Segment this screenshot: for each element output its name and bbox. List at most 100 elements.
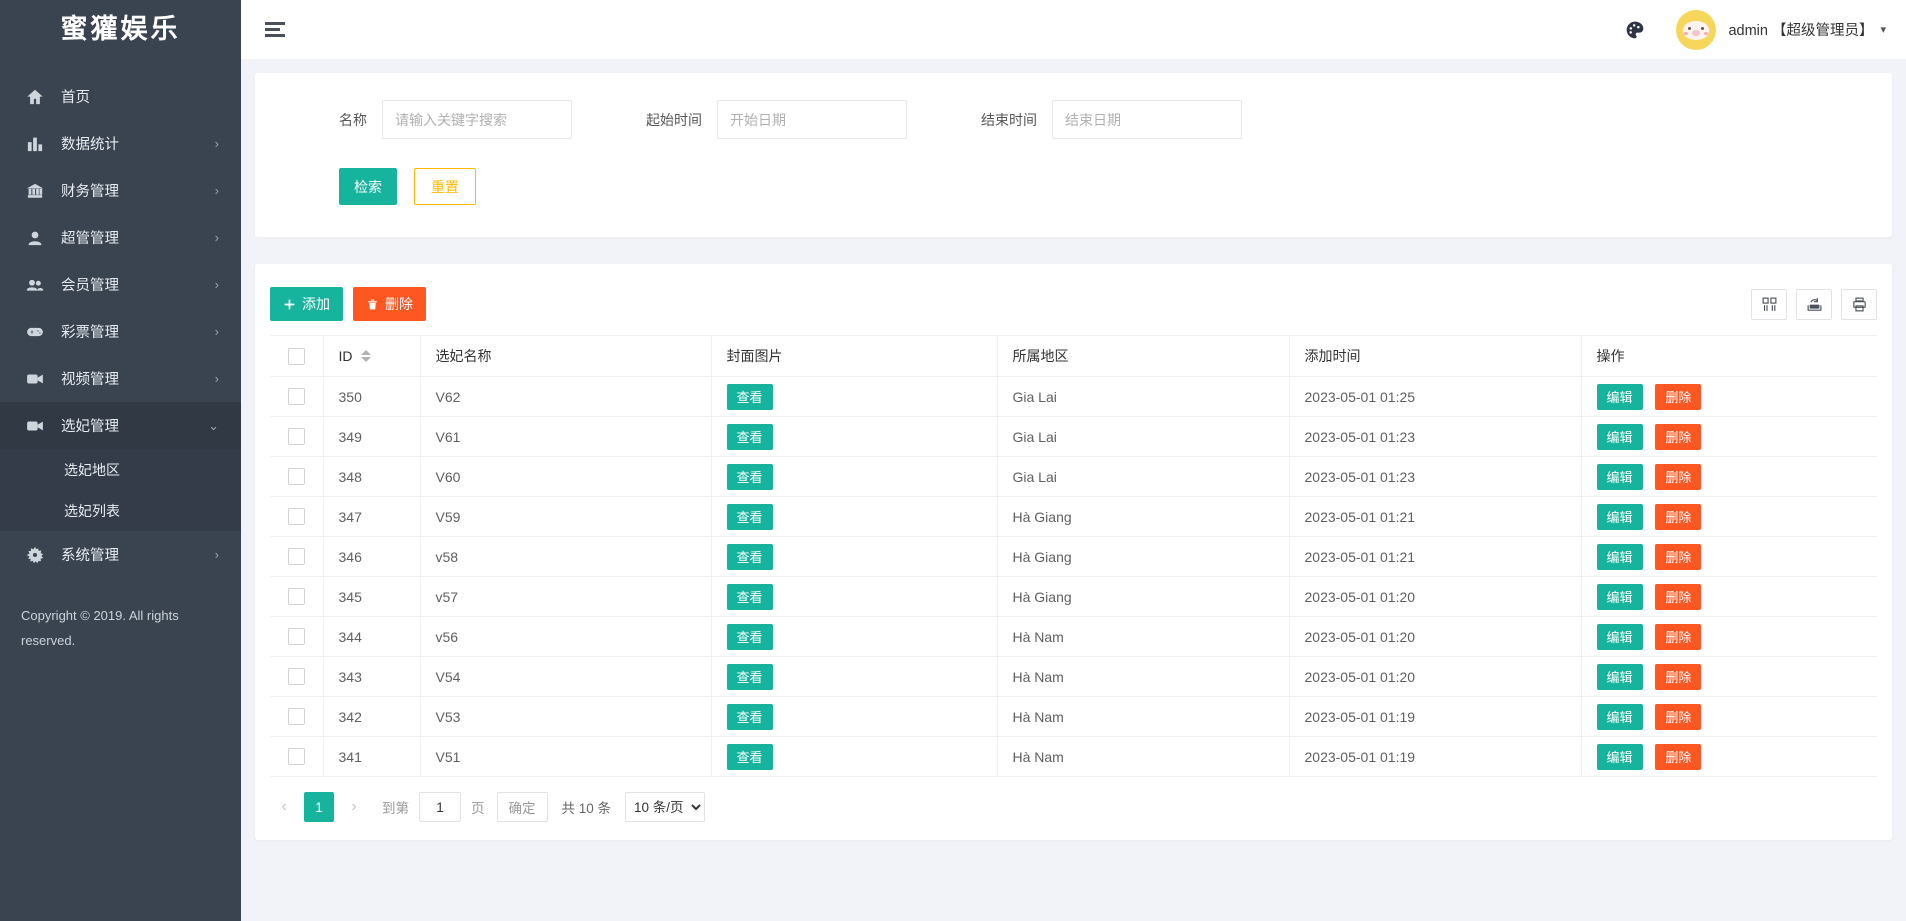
- delete-row-button[interactable]: 删除: [1655, 504, 1701, 530]
- add-button[interactable]: 添加: [270, 287, 343, 321]
- view-button[interactable]: 查看: [727, 704, 773, 730]
- sidebar-item-finance[interactable]: 财务管理 ›: [0, 167, 241, 214]
- table-row: 350 V62 查看 Gia Lai 2023-05-01 01:25 编辑 删…: [270, 377, 1877, 417]
- cell-time: 2023-05-01 01:21: [1289, 497, 1581, 537]
- view-button[interactable]: 查看: [727, 664, 773, 690]
- delete-row-button[interactable]: 删除: [1655, 664, 1701, 690]
- row-checkbox[interactable]: [288, 508, 305, 525]
- select-all-checkbox[interactable]: [288, 348, 305, 365]
- sidebar-item-members[interactable]: 会员管理 ›: [0, 261, 241, 308]
- data-table: ID 选妃名称 封面图片 所属地区 添加时间 操作 350: [270, 335, 1877, 777]
- delete-row-button[interactable]: 删除: [1655, 424, 1701, 450]
- row-checkbox[interactable]: [288, 548, 305, 565]
- row-checkbox[interactable]: [288, 428, 305, 445]
- sidebar-item-label: 超管管理: [61, 227, 119, 248]
- edit-button[interactable]: 编辑: [1597, 624, 1643, 650]
- next-page-button[interactable]: ›: [340, 792, 368, 822]
- view-button[interactable]: 查看: [727, 424, 773, 450]
- row-checkbox[interactable]: [288, 668, 305, 685]
- row-checkbox[interactable]: [288, 388, 305, 405]
- user-avatar[interactable]: [1676, 10, 1716, 50]
- name-label: 名称: [339, 110, 367, 130]
- delete-row-button[interactable]: 删除: [1655, 584, 1701, 610]
- end-time-group: 结束时间: [981, 100, 1242, 139]
- view-button[interactable]: 查看: [727, 504, 773, 530]
- sidebar-item-concubine[interactable]: 选妃管理 ⌄: [0, 402, 241, 449]
- sidebar-item-statistics[interactable]: 数据统计 ›: [0, 120, 241, 167]
- sidebar-subitem-label: 选妃地区: [64, 460, 120, 480]
- cell-time: 2023-05-01 01:20: [1289, 577, 1581, 617]
- table-toolbar: 添加 删除: [270, 287, 1877, 321]
- view-button[interactable]: 查看: [727, 624, 773, 650]
- row-checkbox[interactable]: [288, 588, 305, 605]
- goto-label: 到第: [382, 797, 409, 817]
- print-icon[interactable]: [1841, 289, 1877, 320]
- edit-button[interactable]: 编辑: [1597, 584, 1643, 610]
- edit-button[interactable]: 编辑: [1597, 664, 1643, 690]
- sidebar-item-label: 会员管理: [61, 274, 119, 295]
- theme-palette-icon[interactable]: [1620, 15, 1650, 45]
- sidebar-item-home[interactable]: 首页: [0, 73, 241, 120]
- content-area: 名称 起始时间 结束时间 检索 重置: [241, 59, 1906, 921]
- menu-toggle-icon[interactable]: [265, 19, 287, 41]
- per-page-select[interactable]: 10 条/页: [625, 792, 705, 822]
- columns-filter-icon[interactable]: [1751, 289, 1787, 320]
- delete-row-button[interactable]: 删除: [1655, 384, 1701, 410]
- start-time-group: 起始时间: [646, 100, 907, 139]
- view-button[interactable]: 查看: [727, 544, 773, 570]
- delete-row-button[interactable]: 删除: [1655, 464, 1701, 490]
- edit-button[interactable]: 编辑: [1597, 384, 1643, 410]
- confirm-page-button[interactable]: 确定: [497, 792, 548, 822]
- chevron-right-icon: ›: [215, 324, 219, 339]
- page-number-button[interactable]: 1: [304, 792, 334, 822]
- view-button[interactable]: 查看: [727, 744, 773, 770]
- table-panel: 添加 删除: [255, 264, 1892, 840]
- table-row: 343 V54 查看 Hà Nam 2023-05-01 01:20 编辑 删除: [270, 657, 1877, 697]
- end-date-input[interactable]: [1052, 100, 1242, 139]
- start-date-input[interactable]: [717, 100, 907, 139]
- delete-row-button[interactable]: 删除: [1655, 744, 1701, 770]
- sidebar-subitem-concubine-list[interactable]: 选妃列表: [0, 490, 241, 531]
- row-checkbox[interactable]: [288, 748, 305, 765]
- cell-region: Hà Nam: [997, 657, 1289, 697]
- sidebar-subitem-concubine-region[interactable]: 选妃地区: [0, 449, 241, 490]
- delete-button[interactable]: 删除: [353, 287, 426, 321]
- edit-button[interactable]: 编辑: [1597, 704, 1643, 730]
- edit-button[interactable]: 编辑: [1597, 544, 1643, 570]
- edit-button[interactable]: 编辑: [1597, 464, 1643, 490]
- edit-button[interactable]: 编辑: [1597, 744, 1643, 770]
- view-button[interactable]: 查看: [727, 464, 773, 490]
- sort-icon[interactable]: [361, 350, 371, 362]
- sidebar-item-video[interactable]: 视频管理 ›: [0, 355, 241, 402]
- name-search-input[interactable]: [382, 100, 572, 139]
- chevron-right-icon: ›: [215, 136, 219, 151]
- cell-id: 343: [323, 657, 420, 697]
- row-checkbox[interactable]: [288, 628, 305, 645]
- delete-row-button[interactable]: 删除: [1655, 704, 1701, 730]
- topbar: admin 【超级管理员】 ▾: [241, 0, 1906, 59]
- cell-time: 2023-05-01 01:20: [1289, 617, 1581, 657]
- edit-button[interactable]: 编辑: [1597, 504, 1643, 530]
- delete-row-button[interactable]: 删除: [1655, 544, 1701, 570]
- view-button[interactable]: 查看: [727, 384, 773, 410]
- export-icon[interactable]: [1796, 289, 1832, 320]
- cell-id: 345: [323, 577, 420, 617]
- sidebar-subitem-label: 选妃列表: [64, 501, 120, 521]
- search-button[interactable]: 检索: [339, 168, 397, 205]
- video-icon: [25, 369, 44, 388]
- view-button[interactable]: 查看: [727, 584, 773, 610]
- prev-page-button[interactable]: ‹: [270, 792, 298, 822]
- delete-row-button[interactable]: 删除: [1655, 624, 1701, 650]
- cell-region: Gia Lai: [997, 417, 1289, 457]
- sidebar-item-system[interactable]: 系统管理 ›: [0, 531, 241, 578]
- sidebar-item-superadmin[interactable]: 超管管理 ›: [0, 214, 241, 261]
- reset-button[interactable]: 重置: [414, 168, 476, 205]
- sidebar-item-lottery[interactable]: 彩票管理 ›: [0, 308, 241, 355]
- edit-button[interactable]: 编辑: [1597, 424, 1643, 450]
- cell-id: 342: [323, 697, 420, 737]
- row-checkbox[interactable]: [288, 708, 305, 725]
- start-time-label: 起始时间: [646, 110, 702, 130]
- row-checkbox[interactable]: [288, 468, 305, 485]
- page-jump-input[interactable]: [419, 792, 461, 822]
- user-menu[interactable]: admin 【超级管理员】 ▾: [1728, 19, 1886, 40]
